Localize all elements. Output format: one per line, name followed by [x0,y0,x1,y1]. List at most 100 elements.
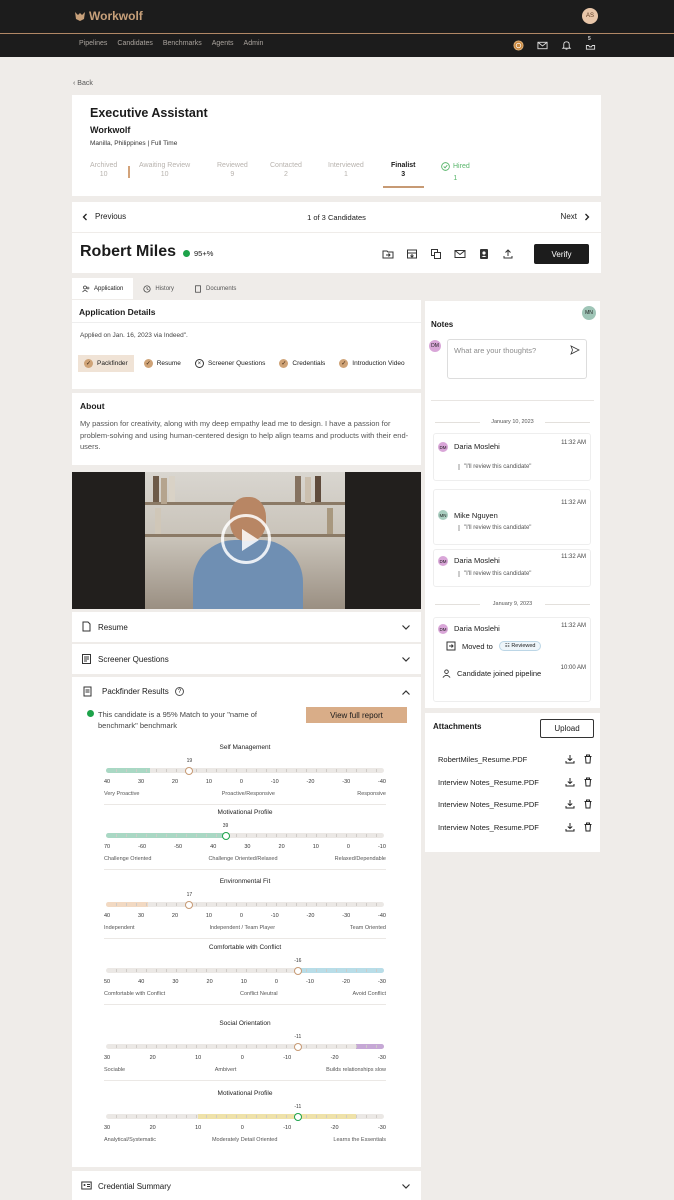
scale-tick-label: 10 [205,779,212,785]
help-icon[interactable]: ? [175,687,184,696]
scale-tick-mark [306,903,307,906]
scale-tick-mark [246,834,247,837]
scale-tick-label: 10 [205,913,212,919]
attachment-row[interactable]: Interview Notes_Resume.PDF [438,799,593,809]
scale-end-label: Conflict Neutral [240,991,278,997]
nav-admin[interactable]: Admin [244,40,264,47]
archive-icon[interactable] [406,247,418,265]
scale-tick-mark [236,769,237,772]
scale-tick-mark [236,1045,237,1048]
resume-section[interactable]: Resume [72,612,421,642]
stage-hired[interactable]: Hired 1 [441,162,470,182]
scale-end-label: Very Proactive [104,791,140,797]
scale-end-labels: Comfortable with Conflict Conflict Neutra… [104,991,386,997]
stage-finalist[interactable]: Finalist 3 [383,162,423,188]
trash-icon[interactable] [583,754,593,764]
scale-divider [104,869,386,870]
scale-track [106,768,384,773]
scale-end-labels: Challenge Oriented Challenge Oriented/Rel… [104,856,386,862]
trash-icon[interactable] [583,777,593,787]
scale-tick-mark [356,1115,357,1118]
collaborator-avatar[interactable]: MN [582,306,596,320]
share-icon[interactable] [502,247,514,265]
trash-icon[interactable] [583,822,593,832]
pager-position: 1 of 3 Candidates [307,213,366,222]
play-icon[interactable] [221,514,271,564]
credential-label: Credential Summary [98,1181,171,1191]
user-avatar[interactable]: AS [582,8,598,24]
back-link[interactable]: ‹ Back [73,80,93,87]
scale-tick-mark [156,1045,157,1048]
next-label: Next [560,212,577,221]
scale-tick-mark [286,903,287,906]
logo[interactable]: Workwolf [74,9,143,23]
note-item: DM Daria Moslehi 11:32 AM Moved to ☷ Rev… [433,617,591,702]
check-video[interactable]: ✓ Introduction Video [335,355,408,372]
scale-tick-mark [336,903,337,906]
attachment-name[interactable]: Interview Notes_Resume.PDF [438,778,557,787]
scale-tick-labels: 40 30 20 10 0 -10 -20 -30 -40 [104,779,386,785]
stage-awaiting-review[interactable]: Awaiting Review 10 [139,162,190,178]
nav-agents[interactable]: Agents [212,40,234,47]
email-icon[interactable] [454,247,466,265]
scale-tick-mark [246,903,247,906]
nav-pipelines[interactable]: Pipelines [79,40,107,47]
stage-reviewed[interactable]: Reviewed 9 [217,162,248,178]
download-icon[interactable] [565,777,575,787]
tab-history[interactable]: History [133,278,184,299]
download-icon[interactable] [565,799,575,809]
check-packfinder[interactable]: ✓ Packfinder [78,355,134,372]
mail-icon[interactable] [536,39,548,51]
nav-candidates[interactable]: Candidates [117,40,152,47]
attachment-row[interactable]: Interview Notes_Resume.PDF [438,777,593,787]
screener-section[interactable]: Screener Questions [72,644,421,674]
note-input[interactable]: What are your thoughts? [447,339,587,379]
divider [72,322,421,323]
tab-application[interactable]: Application [72,278,134,299]
notes-title: Notes [431,320,454,329]
tab-documents[interactable]: Documents [184,278,246,299]
chevron-right-icon [585,213,590,220]
stage-interviewed[interactable]: Interviewed 1 [328,162,364,178]
chevron-up-icon[interactable] [401,688,411,698]
stage-archived[interactable]: Archived 10 [90,162,117,178]
attachment-name[interactable]: Interview Notes_Resume.PDF [438,823,557,832]
download-icon[interactable] [565,822,575,832]
check-resume[interactable]: ✓ Resume [140,355,185,372]
stage-contacted[interactable]: Contacted 2 [270,162,302,178]
coin-icon[interactable] [512,39,524,51]
download-icon[interactable] [565,754,575,764]
credential-section[interactable]: Credential Summary [72,1171,421,1200]
bell-icon[interactable] [560,39,572,51]
check-screener[interactable]: × Screener Questions [191,355,269,372]
move-to-folder-icon[interactable] [382,247,394,265]
attachment-name[interactable]: Interview Notes_Resume.PDF [438,800,557,809]
verify-button[interactable]: Verify [534,244,589,264]
inbox-icon[interactable]: 5 [584,36,596,51]
note-time: 11:32 AM [561,440,586,446]
nav-benchmarks[interactable]: Benchmarks [163,40,202,47]
next-button[interactable]: Next [561,212,591,221]
scale-divider [104,804,386,805]
intro-video[interactable] [72,472,421,609]
scale-tick-mark [196,1115,197,1118]
check-credentials[interactable]: ✓ Credentials [275,355,329,372]
trash-icon[interactable] [583,799,593,809]
scale-tick-mark [276,903,277,906]
attachment-name[interactable]: RobertMiles_Resume.PDF [438,755,557,764]
packfinder-icon [83,686,92,697]
scale-tick-label: 0 [240,1055,244,1061]
company-name: Workwolf [90,125,131,135]
scale-tick-mark [216,834,217,837]
attachment-row[interactable]: RobertMiles_Resume.PDF [438,754,593,764]
upload-button[interactable]: Upload [540,719,594,738]
scale-title: Motivational Profile [217,1090,273,1097]
contact-card-icon[interactable] [478,247,490,265]
send-icon[interactable] [570,345,580,355]
scale-tick-mark [116,834,117,837]
view-report-button[interactable]: View full report [306,707,407,723]
match-score: 95+% [183,249,213,258]
attachment-row[interactable]: Interview Notes_Resume.PDF [438,822,593,832]
copy-icon[interactable] [430,247,442,265]
stage-label: Hired [453,163,470,170]
